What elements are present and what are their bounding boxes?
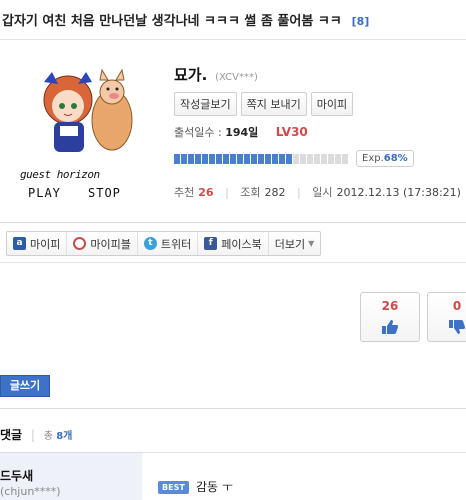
view-posts-button[interactable]: 작성글보기: [174, 92, 237, 116]
upvote-count: 26: [381, 299, 399, 313]
post-title: 갑자기 여친 처음 만나던날 생각나네 ㅋㅋㅋ 썰 좀 풀어봄 ㅋㅋ: [2, 14, 342, 29]
exp-prefix: Exp.: [362, 153, 384, 164]
exp-segment: [237, 153, 243, 164]
share-facebook-label: 페이스북: [221, 237, 262, 251]
downvote-button[interactable]: 0: [427, 292, 466, 342]
comment-author-id: (chjun****): [0, 485, 61, 498]
exp-segment: [342, 153, 348, 164]
share-mypi-blog-label: 마이피블: [90, 237, 131, 251]
exp-segment: [188, 153, 194, 164]
exp-segment: [328, 153, 334, 164]
comment-author-name[interactable]: 드두새: [0, 467, 33, 484]
share-mypi-label: 마이피: [30, 237, 61, 251]
share-twitter-label: 트위터: [160, 237, 192, 251]
exp-segment: [223, 153, 229, 164]
exp-segment: [265, 153, 271, 164]
attendance-days: 194일: [225, 126, 259, 139]
share-more-label: 더보기: [274, 237, 306, 251]
thumbs-up-icon: [382, 320, 398, 334]
exp-segment: [314, 153, 320, 164]
views-count: 282: [264, 186, 286, 199]
exp-segment: [307, 153, 313, 164]
comments-total-value: 8개: [56, 431, 73, 442]
attendance-row: 출석일수 : 194일 LV30: [174, 124, 308, 140]
exp-segment: [251, 153, 257, 164]
exp-segment: [230, 153, 236, 164]
attendance-label: 출석일수 :: [174, 126, 222, 139]
exp-segment: [272, 153, 278, 164]
comments-total-label: 총: [43, 431, 53, 442]
exp-segment: [279, 153, 285, 164]
comment-author-cell: 드두새 (chjun****): [0, 452, 142, 500]
author-user-id: (XCV***): [215, 72, 258, 83]
exp-progress-bar: [174, 153, 348, 164]
thumbs-down-icon: [449, 320, 465, 334]
post-comment-count[interactable]: [8]: [352, 15, 370, 28]
exp-segment: [195, 153, 201, 164]
share-facebook-button[interactable]: f 페이스북: [198, 232, 269, 255]
exp-segment: [209, 153, 215, 164]
recommend-count: 26: [198, 186, 214, 199]
author-name-row: 묘가. (XCV***): [174, 64, 258, 85]
comment-text: 감동 ㅜ: [196, 480, 233, 494]
post-date: 2012.12.13 (17:38:21): [336, 186, 461, 199]
exp-segment: [293, 153, 299, 164]
divider: [0, 262, 466, 263]
chevron-down-icon: ▼: [308, 239, 315, 248]
mypi-button[interactable]: 마이피: [310, 92, 354, 116]
post-title-bar: 갑자기 여친 처음 만나던날 생각나네 ㅋㅋㅋ 썰 좀 풀어봄 ㅋㅋ [8]: [0, 10, 466, 40]
comments-header-divider: |: [30, 428, 35, 442]
avatar-image: [43, 68, 133, 152]
share-mypi-button[interactable]: a 마이피: [7, 232, 68, 255]
write-post-button[interactable]: 글쓰기: [0, 375, 50, 397]
downvote-count: 0: [452, 299, 462, 313]
exp-segment: [202, 153, 208, 164]
divider: [0, 222, 466, 223]
exp-segment: [258, 153, 264, 164]
author-action-buttons: 작성글보기 쪽지 보내기 마이피: [174, 92, 354, 116]
exp-segment: [181, 153, 187, 164]
post-stats-row: 추천 26 | 조회 282 | 일시 2012.12.13 (17:38:21): [174, 184, 461, 200]
exp-label: Exp.68%: [356, 150, 414, 167]
stop-button[interactable]: STOP: [88, 186, 121, 200]
exp-segment: [300, 153, 306, 164]
share-twitter-button[interactable]: t 트위터: [138, 232, 199, 255]
mypi-blog-icon: [73, 237, 87, 250]
views-label: 조회: [240, 186, 261, 199]
comment-body-cell: BEST 감동 ㅜ: [142, 452, 466, 500]
play-button[interactable]: PLAY: [28, 186, 61, 200]
date-label: 일시: [312, 186, 333, 199]
exp-segment: [244, 153, 250, 164]
exp-segment: [335, 153, 341, 164]
level-badge: LV30: [275, 125, 308, 139]
best-badge: BEST: [158, 481, 189, 494]
exp-segment: [216, 153, 222, 164]
share-bar: a 마이피 마이피블 t 트위터 f 페이스북 더보기 ▼: [6, 231, 322, 256]
twitter-icon: t: [143, 237, 157, 250]
share-more-button[interactable]: 더보기 ▼: [269, 232, 321, 255]
upvote-button[interactable]: 26: [360, 292, 420, 342]
exp-value: 68%: [383, 153, 408, 164]
mypi-icon: a: [13, 237, 26, 250]
exp-segment: [321, 153, 327, 164]
author-nickname[interactable]: 묘가.: [174, 66, 207, 84]
comments-header: 댓글 | 총 8개: [0, 426, 72, 443]
exp-segment: [174, 153, 180, 164]
comments-total: 총 8개: [44, 431, 73, 442]
exp-row: Exp.68%: [174, 150, 414, 167]
divider: [0, 408, 466, 409]
stats-divider: |: [225, 186, 229, 199]
share-mypi-blog-button[interactable]: 마이피블: [67, 232, 138, 255]
comments-label: 댓글: [0, 428, 23, 442]
send-message-button[interactable]: 쪽지 보내기: [240, 92, 307, 116]
stats-divider: |: [297, 186, 301, 199]
facebook-icon: f: [204, 237, 218, 250]
author-avatar-panel: guest horizon PLAY STOP: [16, 58, 144, 208]
recommend-label: 추천: [174, 186, 195, 199]
avatar-caption: guest horizon: [20, 168, 100, 181]
exp-segment: [286, 153, 292, 164]
